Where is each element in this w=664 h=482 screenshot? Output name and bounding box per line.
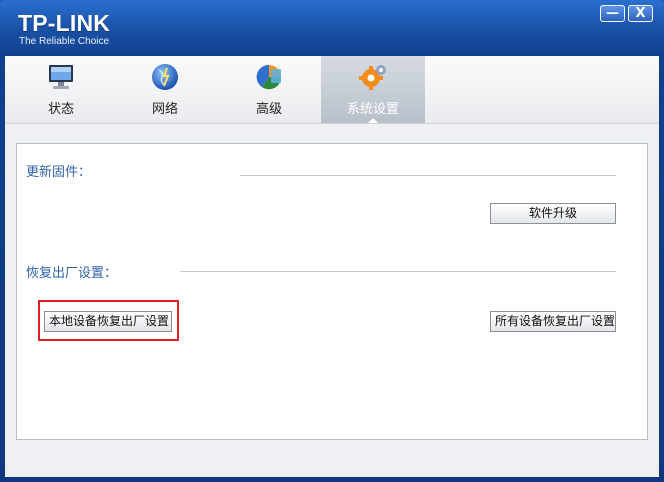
tab-label-system-settings: 系统设置 [346,102,399,117]
gears-icon [359,65,386,90]
tab-advanced[interactable]: 高级 [217,56,321,123]
active-tab-pointer [368,118,378,123]
pie-chart-icon [256,64,282,90]
local-factory-reset-button[interactable]: 本地设备恢复出厂设置 [44,311,172,332]
tab-network[interactable]: 网络 [113,56,217,123]
monitor-icon [49,65,73,89]
factory-reset-divider [180,271,616,272]
brand-tagline: The Reliable Choice [19,36,110,47]
close-button[interactable]: X [628,5,653,22]
tab-label-status: 状态 [47,102,74,117]
firmware-upgrade-button[interactable]: 软件升级 [490,203,616,224]
firmware-divider [240,175,616,176]
content-area: 更新固件： 软件升级 恢复出厂设置： 本地设备恢复出厂设置 所有设备恢复出厂设置 [5,124,659,477]
globe-icon [152,64,178,90]
tab-label-network: 网络 [151,102,178,117]
all-devices-factory-reset-button[interactable]: 所有设备恢复出厂设置 [490,311,616,332]
tab-label-advanced: 高级 [255,102,282,117]
firmware-section-title: 更新固件： [26,165,92,180]
settings-panel: 更新固件： 软件升级 恢复出厂设置： 本地设备恢复出厂设置 所有设备恢复出厂设置 [16,143,648,440]
tab-system-settings[interactable]: 系统设置 [321,56,425,123]
tab-status[interactable]: 状态 [9,56,113,123]
app-window: TP-LINK The Reliable Choice — X 状态 网络 高级… [0,0,664,482]
factory-reset-section-title: 恢复出厂设置： [26,266,118,281]
tp-link-logo: TP-LINK The Reliable Choice [18,10,110,47]
brand-name: TP-LINK [18,10,111,36]
tab-bar: 状态 网络 高级 系统设置 [5,56,659,124]
minimize-button[interactable]: — [600,5,625,22]
